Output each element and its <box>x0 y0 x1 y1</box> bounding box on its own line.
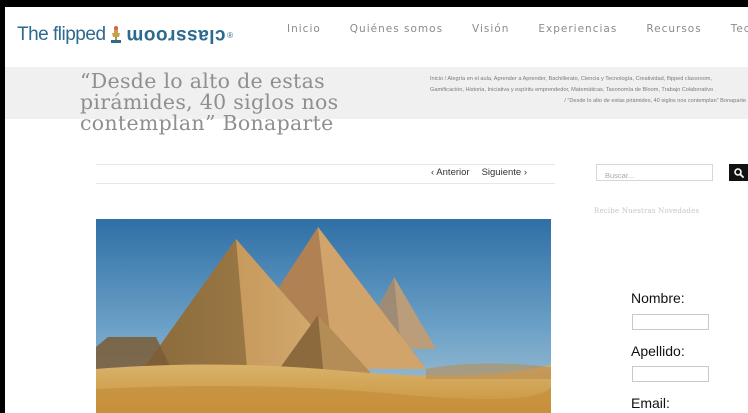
apellido-label: Apellido: <box>631 343 685 359</box>
page-title: “Desde lo alto de estas pirámides, 40 si… <box>80 69 339 135</box>
site-header: The flipped classroom ® Inicio Quiénes s… <box>5 7 748 63</box>
nav-item-vision[interactable]: Visión <box>472 23 509 35</box>
search-button[interactable] <box>729 164 748 181</box>
page-title-bar: “Desde lo alto de estas pirámides, 40 si… <box>5 67 748 134</box>
next-post-link[interactable]: Siguiente › <box>482 167 527 178</box>
search-icon <box>733 167 744 178</box>
post-navigation: ‹ Anterior Siguiente › <box>96 164 555 184</box>
search-input[interactable] <box>597 168 712 183</box>
site-logo[interactable]: The flipped classroom ® <box>17 20 233 50</box>
newsletter-heading: Recibe Nuestras Novedades <box>594 207 700 215</box>
logo-text-flipped: The flipped <box>17 24 106 45</box>
nombre-field[interactable] <box>632 314 709 330</box>
browser-viewport: The flipped classroom ® Inicio Quiénes s… <box>5 7 748 413</box>
nav-item-recursos[interactable]: Recursos <box>646 23 701 35</box>
search-field[interactable] <box>596 164 713 183</box>
email-label: Email: <box>631 395 670 411</box>
nav-item-tecnologia[interactable]: Tecnología y FC <box>731 23 748 35</box>
logo-trademark: ® <box>227 30 233 40</box>
breadcrumb-line[interactable]: Gamificación, Historia, Iniciativa y esp… <box>430 85 746 96</box>
featured-image-pyramids[interactable] <box>96 219 551 413</box>
nav-item-quienes-somos[interactable]: Quiénes somos <box>350 23 443 35</box>
breadcrumb: Inicio / Alegría en el aula, Aprender a … <box>430 74 746 107</box>
breadcrumb-line[interactable]: Inicio / Alegría en el aula, Aprender a … <box>430 74 746 85</box>
trophy-icon <box>109 25 123 45</box>
logo-text-classroom: classroom <box>125 25 226 46</box>
apellido-field[interactable] <box>632 366 709 382</box>
pyramids-illustration <box>96 219 551 413</box>
breadcrumb-current: / “Desde lo alto de estas pirámides, 40 … <box>564 98 746 104</box>
nav-item-experiencias[interactable]: Experiencias <box>538 23 617 35</box>
post-nav-links: ‹ Anterior Siguiente › <box>431 167 527 178</box>
previous-post-link[interactable]: ‹ Anterior <box>431 167 470 178</box>
nombre-label: Nombre: <box>631 290 685 306</box>
nav-item-inicio[interactable]: Inicio <box>287 23 321 35</box>
main-nav: Inicio Quiénes somos Visión Experiencias… <box>287 23 748 35</box>
